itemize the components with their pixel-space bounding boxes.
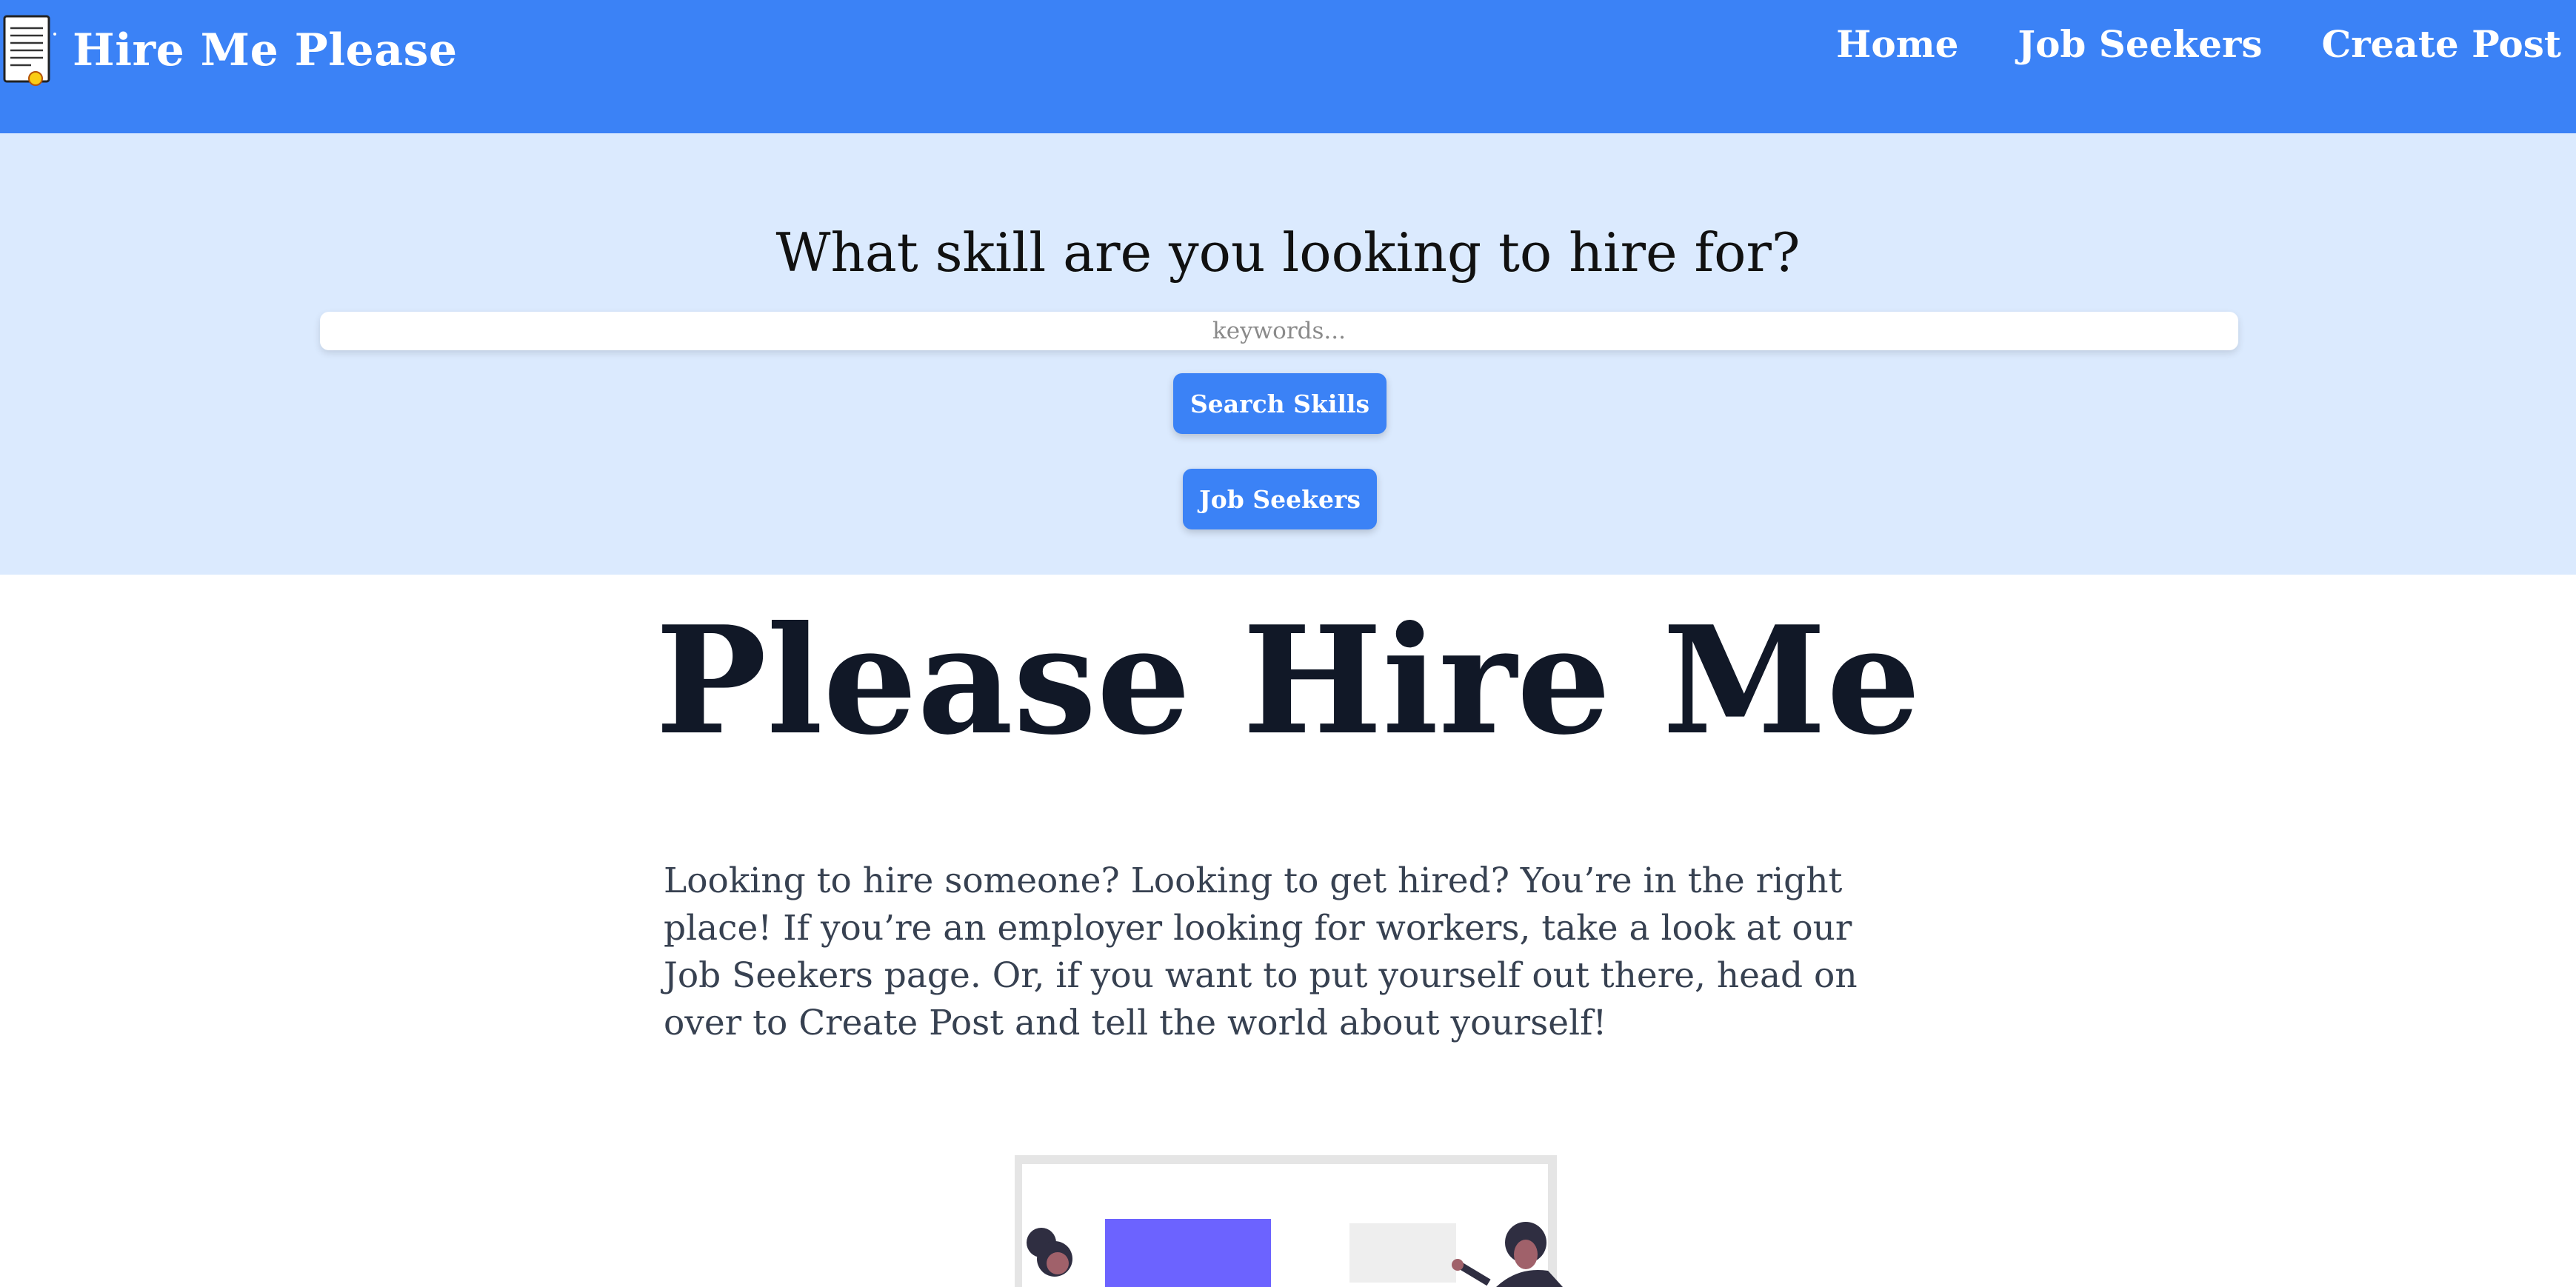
brand[interactable]: Hire Me Please: [0, 12, 458, 89]
main-nav: Home Job Seekers Create Post: [1836, 22, 2561, 66]
job-seekers-button[interactable]: Job Seekers: [1183, 469, 1377, 529]
intro-paragraph: Looking to hire someone? Looking to get …: [664, 860, 1858, 1043]
skills-search-input[interactable]: [320, 312, 2238, 350]
presentation-people-illustration: [1015, 1155, 1563, 1287]
search-skills-button[interactable]: Search Skills: [1173, 373, 1387, 434]
search-hero: What skill are you looking to hire for? …: [0, 133, 2576, 575]
nav-link-job-seekers[interactable]: Job Seekers: [2018, 22, 2262, 66]
page-title: Please Hire Me: [655, 594, 1921, 768]
top-navbar: Hire Me Please Home Job Seekers Create P…: [0, 0, 2576, 133]
brand-title: Hire Me Please: [73, 24, 458, 76]
certificate-document-icon: [3, 15, 56, 86]
nav-link-create-post[interactable]: Create Post: [2321, 22, 2561, 66]
nav-link-home[interactable]: Home: [1836, 22, 1958, 66]
search-question-heading: What skill are you looking to hire for?: [775, 221, 1801, 284]
